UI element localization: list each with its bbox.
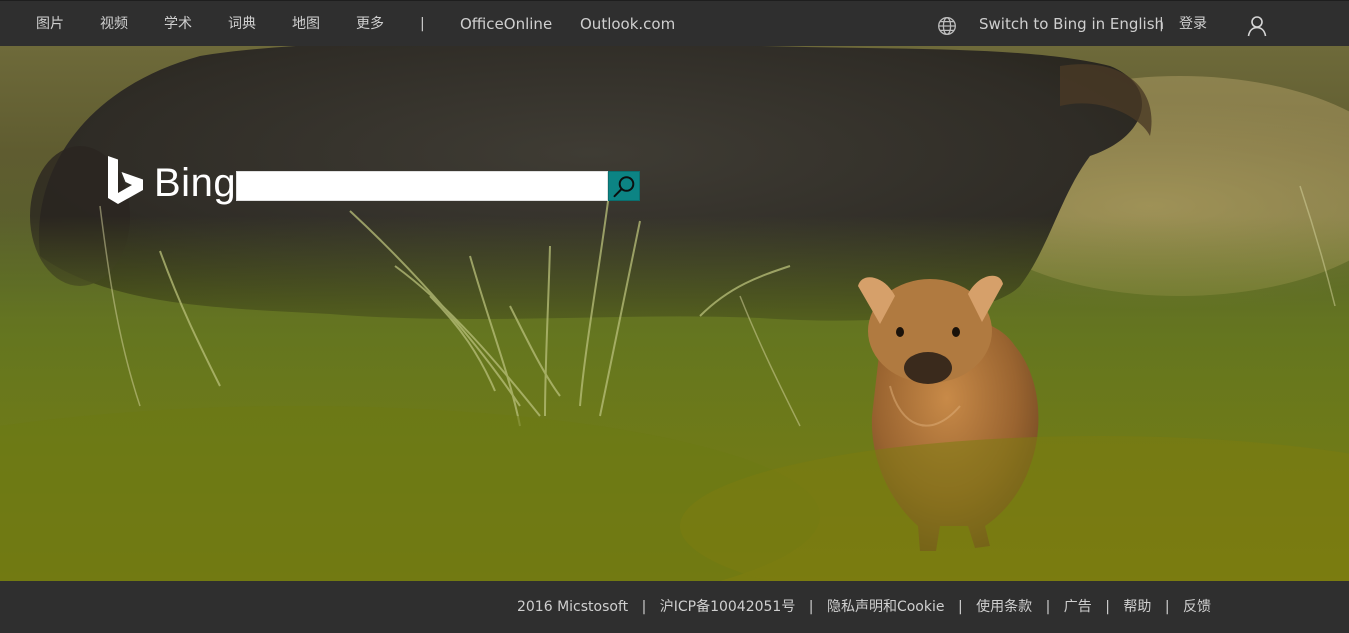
footer-privacy-link[interactable]: 隐私声明和Cookie (827, 581, 945, 633)
footer-links: 2016 Micstosoft | 沪ICP备10042051号 | 隐私声明和… (517, 581, 1211, 622)
top-navigation-bar: 图片 视频 学术 词典 地图 更多 | OfficeOnline Outlook… (0, 0, 1349, 46)
search-input[interactable] (236, 171, 608, 201)
footer-icp-link[interactable]: 沪ICP备10042051号 (660, 581, 796, 633)
nav-outlook[interactable]: Outlook.com (580, 1, 675, 47)
footer-copyright: 2016 Micstosoft (516, 599, 629, 615)
footer-ads-link[interactable]: 广告 (1064, 581, 1092, 633)
footer-terms-link[interactable]: 使用条款 (976, 581, 1032, 633)
footer-feedback-link[interactable]: 反馈 (1183, 581, 1211, 633)
nav-images[interactable]: 图片 (36, 1, 64, 47)
globe-icon (938, 17, 956, 35)
search-icon (613, 176, 635, 198)
nav-videos[interactable]: 视频 (100, 1, 128, 47)
nav-separator: | (420, 16, 425, 32)
nav-dictionary[interactable]: 词典 (228, 1, 256, 47)
search-button[interactable] (608, 171, 640, 201)
footer-separator: | (641, 599, 647, 615)
bing-logo-icon (108, 156, 143, 204)
nav-academic[interactable]: 学术 (164, 1, 192, 47)
footer-separator: | (808, 599, 814, 615)
background-image (0, 46, 1349, 581)
nav-separator: | (1159, 16, 1164, 32)
switch-language-link[interactable]: Switch to Bing in English (979, 1, 1164, 47)
footer-help-link[interactable]: 帮助 (1123, 581, 1151, 633)
footer-separator: | (1105, 599, 1110, 615)
nav-office-online[interactable]: OfficeOnline (460, 1, 552, 47)
wild-boar-photo (0, 46, 1349, 581)
bing-wordmark: Bing (154, 161, 237, 205)
footer-separator: | (957, 599, 963, 615)
footer-separator: | (1045, 599, 1051, 615)
footer-bar: 2016 Micstosoft | 沪ICP备10042051号 | 隐私声明和… (0, 581, 1349, 622)
footer-separator: | (1164, 599, 1170, 615)
login-link[interactable]: 登录 (1179, 1, 1207, 47)
nav-maps[interactable]: 地图 (292, 1, 320, 47)
nav-more[interactable]: 更多 (356, 1, 384, 47)
user-icon[interactable] (1245, 14, 1269, 38)
